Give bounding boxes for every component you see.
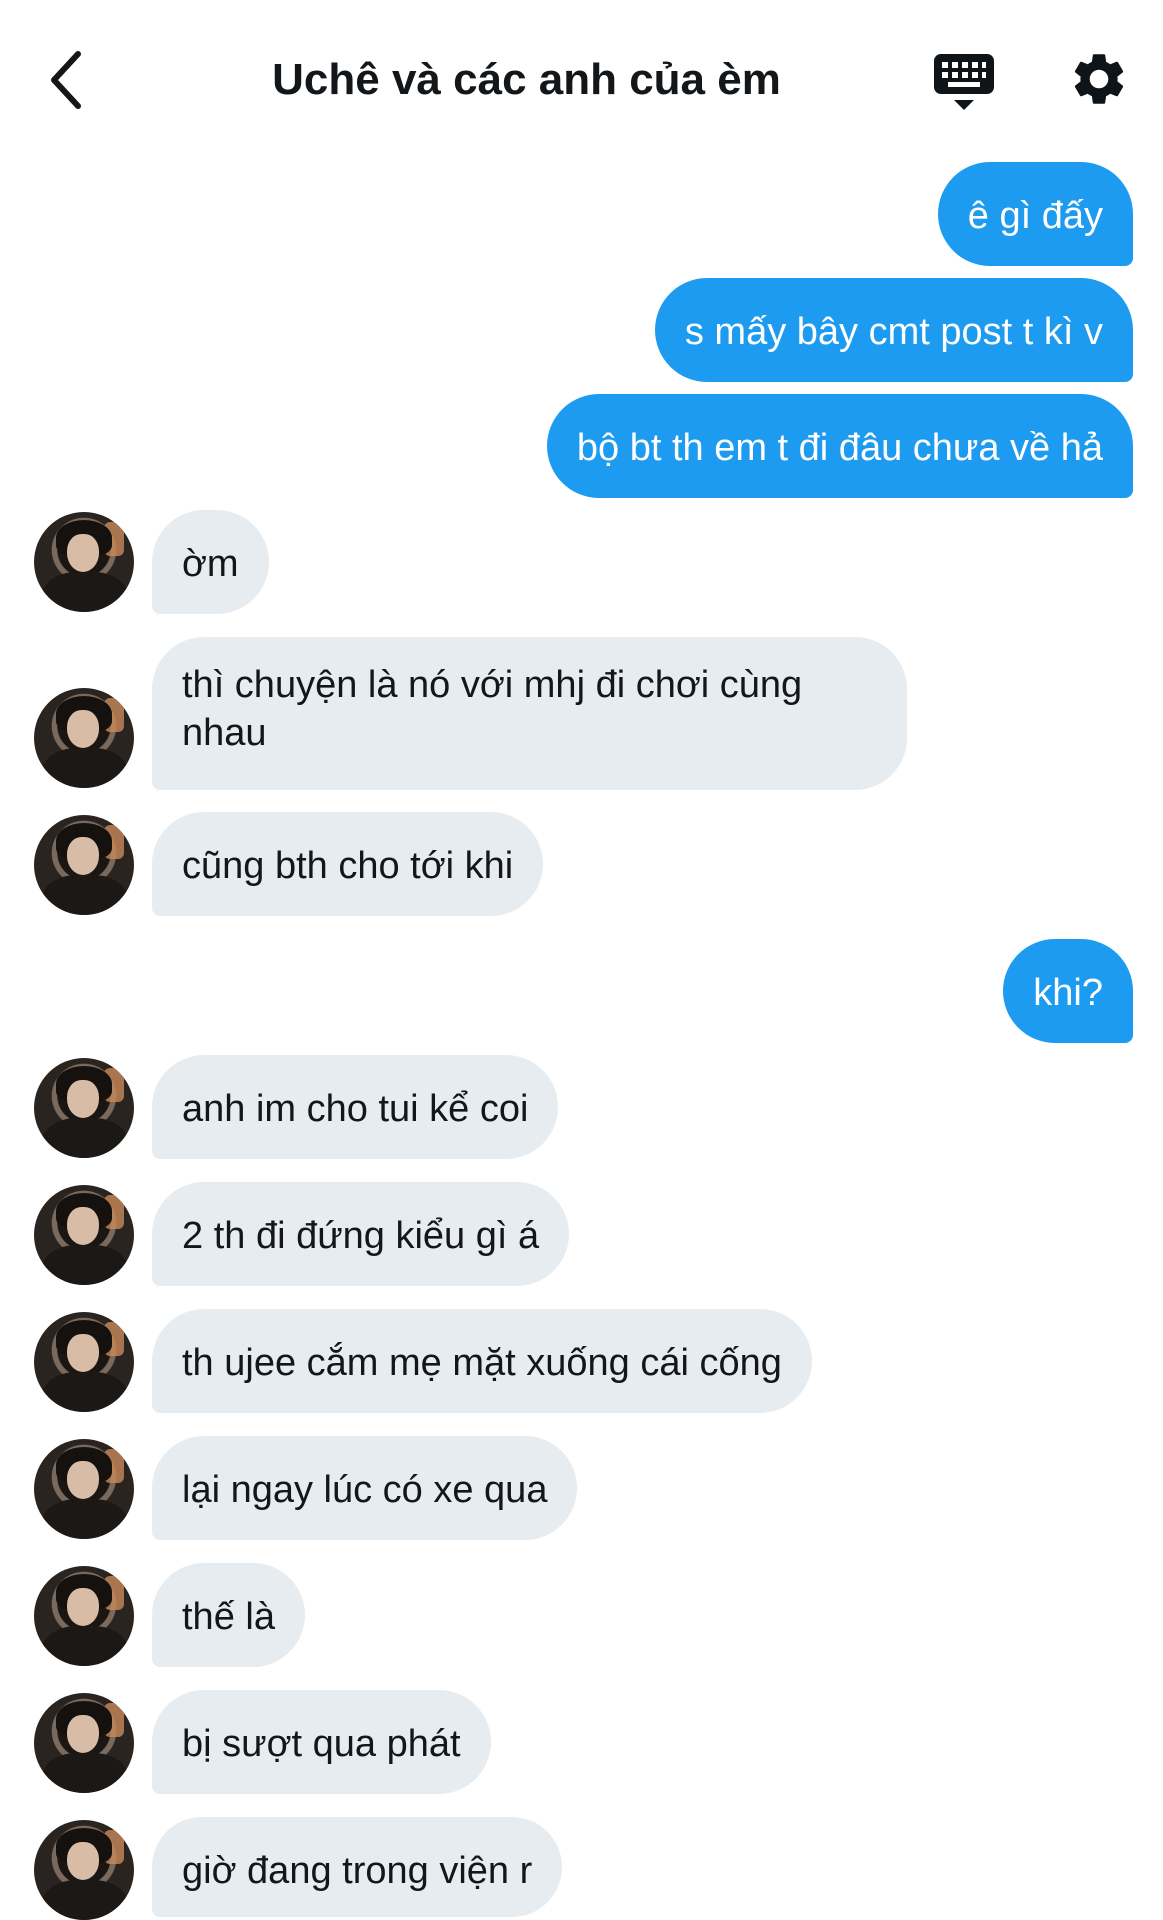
message-incoming[interactable]: bị sượt qua phát	[152, 1690, 491, 1794]
avatar[interactable]	[34, 1439, 134, 1539]
chat-header: Uchê và các anh của èm	[0, 0, 1163, 150]
message-incoming[interactable]: anh im cho tui kể coi	[152, 1055, 559, 1159]
message-incoming[interactable]: giờ đang trong viện r	[152, 1817, 563, 1917]
message-incoming[interactable]: ờm	[152, 510, 269, 614]
message-incoming[interactable]: 2 th đi đứng kiểu gì á	[152, 1182, 570, 1286]
chevron-left-icon	[51, 51, 81, 109]
avatar[interactable]	[34, 1820, 134, 1920]
avatar[interactable]	[34, 1185, 134, 1285]
keyboard-button[interactable]	[930, 48, 998, 114]
message-outgoing[interactable]: khi?	[1003, 939, 1133, 1043]
avatar[interactable]	[34, 688, 134, 788]
message-outgoing[interactable]: s mấy bây cmt post t kì v	[654, 278, 1133, 382]
message-incoming[interactable]: thì chuyện là nó với mhj đi chơi cùng nh…	[152, 637, 907, 790]
avatar[interactable]	[34, 1566, 134, 1666]
message-incoming[interactable]: th ujee cắm mẹ mặt xuống cái cống	[152, 1309, 812, 1413]
message-incoming[interactable]: thế là	[152, 1563, 305, 1667]
avatar[interactable]	[34, 512, 134, 612]
message-outgoing[interactable]: bộ bt th em t đi đâu chưa về hả	[546, 394, 1133, 498]
avatar[interactable]	[34, 1058, 134, 1158]
avatar[interactable]	[34, 1693, 134, 1793]
settings-button[interactable]	[1068, 48, 1130, 110]
back-button[interactable]	[36, 42, 96, 118]
keyboard-icon	[934, 54, 994, 110]
avatar[interactable]	[34, 815, 134, 915]
gear-icon	[1074, 54, 1124, 104]
message-incoming[interactable]: lại ngay lúc có xe qua	[152, 1436, 578, 1540]
avatar[interactable]	[34, 1312, 134, 1412]
message-incoming[interactable]: cũng bth cho tới khi	[152, 812, 544, 916]
message-outgoing[interactable]: ê gì đấy	[937, 162, 1133, 266]
conversation-title[interactable]: Uchê và các anh của èm	[150, 48, 903, 112]
